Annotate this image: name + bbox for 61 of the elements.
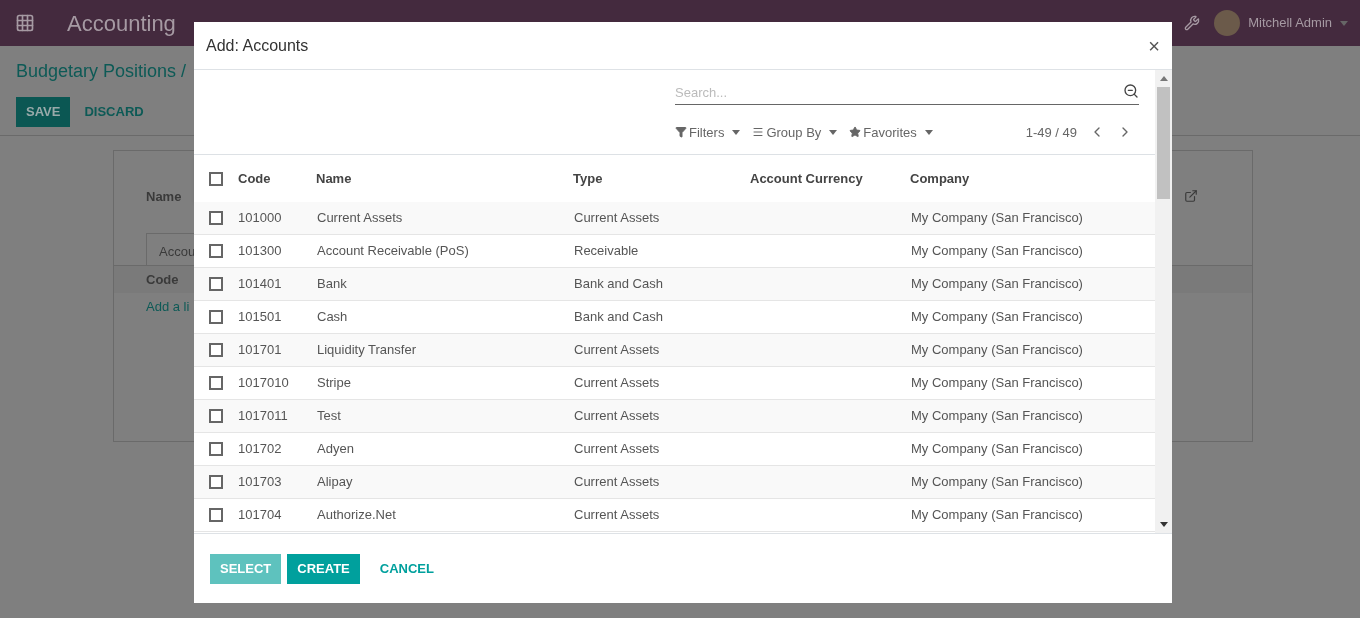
table-cell-text: Current Assets: [574, 440, 661, 459]
table-cell-text: Current Assets: [574, 506, 661, 525]
table-cell-text: 101401: [238, 275, 283, 294]
table-cell-text: Authorize.Net: [317, 506, 397, 525]
table-cell-text: Alipay: [317, 473, 354, 492]
table-cell-text: 101501: [238, 308, 283, 327]
table-row[interactable]: 101401 Bank Bank and Cash My Company (San Francisco): [194, 268, 1155, 301]
table-row[interactable]: 101000 Current Assets Current Assets My Company (San Francisco): [194, 202, 1155, 235]
table-cell-text: Bank: [317, 275, 348, 294]
field-label: Name: [146, 188, 182, 206]
table-cell-text: Current Assets: [574, 473, 661, 492]
filter-dropdown[interactable]: Filters: [675, 122, 741, 142]
column-header[interactable]: Company: [910, 168, 1110, 189]
table-cell-text: My Company (San Francisco): [911, 407, 1083, 426]
table-cell-text: 101300: [238, 242, 283, 261]
table-cell-text: My Company (San Francisco): [911, 440, 1083, 459]
table-cell-text: 101704: [238, 506, 283, 525]
table-cell-text: Account Receivable (PoS): [317, 242, 470, 261]
table-cell-text: Cash: [317, 308, 349, 327]
filter-dropdown[interactable]: Favorites: [849, 122, 933, 142]
table-cell-text: Current Assets: [574, 209, 661, 228]
table-cell-text: 101701: [238, 341, 283, 360]
column-header: Code: [146, 272, 179, 287]
dialog-title: Add: Accounts: [206, 35, 309, 56]
search-field[interactable]: Search...: [675, 81, 1139, 105]
table-cell-text: Receivable: [574, 242, 640, 261]
table-cell-text: My Company (San Francisco): [911, 242, 1083, 261]
column-header[interactable]: Code: [238, 168, 316, 189]
table-cell-text: Adyen: [317, 440, 355, 459]
table-cell-text: My Company (San Francisco): [911, 473, 1083, 492]
table-cell-text: Test: [317, 407, 342, 426]
table-row[interactable]: 101701 Liquidity Transfer Current Assets My Company (San Francisco): [194, 334, 1155, 367]
table-cell-text: Liquidity Transfer: [317, 341, 417, 360]
table-cell-text: Stripe: [317, 374, 352, 393]
column-header[interactable]: Type: [573, 168, 750, 189]
table-cell-text: Current Assets: [574, 374, 661, 393]
table-row[interactable]: 1017011 Test Current Assets My Company (San Francisco): [194, 400, 1155, 433]
table-cell-text: 101702: [238, 440, 283, 459]
table-cell-text: My Company (San Francisco): [911, 209, 1083, 228]
filter-dropdown[interactable]: Group By: [752, 122, 838, 142]
table-row[interactable]: 101703 Alipay Current Assets My Company (San Francisco): [194, 466, 1155, 499]
column-header[interactable]: Name: [316, 168, 573, 189]
column-header[interactable]: Account Currency: [750, 168, 910, 189]
table-cell-text: 1017011: [238, 407, 289, 426]
table-cell-text: My Company (San Francisco): [911, 308, 1083, 327]
user-menu[interactable]: Mitchell Admin: [1248, 13, 1348, 33]
close-button[interactable]: ×: [1148, 35, 1160, 56]
table-cell-text: Bank and Cash: [574, 308, 664, 327]
table-cell-text: Current Assets: [317, 209, 404, 228]
table-cell-text: 101000: [238, 209, 283, 228]
app-title: Accounting: [67, 9, 176, 38]
table-cell-text: My Company (San Francisco): [911, 341, 1083, 360]
table-cell-text: My Company (San Francisco): [911, 374, 1083, 393]
table-cell-text: Current Assets: [574, 341, 661, 360]
table-cell-text: Current Assets: [574, 407, 661, 426]
table-cell-text: Bank and Cash: [574, 275, 664, 294]
table-cell-text: 1017010: [238, 374, 290, 393]
pager: 1-49 / 49: [1025, 123, 1077, 142]
table-cell-text: My Company (San Francisco): [911, 275, 1083, 294]
table-cell-text: 101703: [238, 473, 283, 492]
table-cell-text: My Company (San Francisco): [911, 506, 1083, 525]
